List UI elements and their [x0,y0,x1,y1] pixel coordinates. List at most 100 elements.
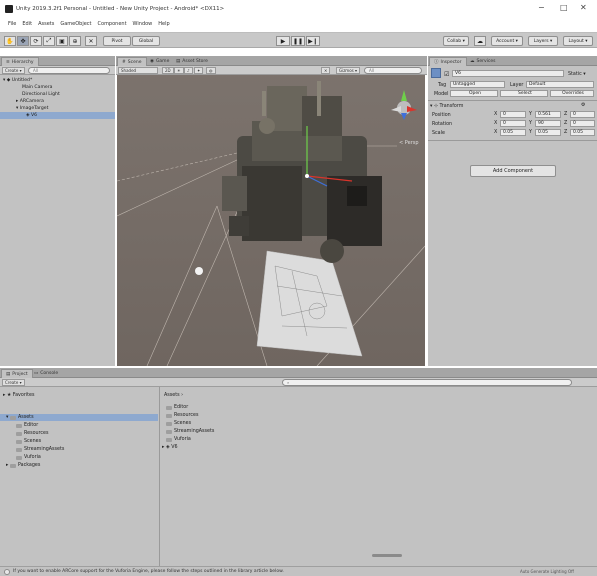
asset-item-scenes[interactable]: Scenes [166,420,191,427]
asset-item-streamingassets[interactable]: StreamingAssets [166,428,214,435]
menu-component[interactable]: Component [98,21,127,27]
scale-y-field[interactable]: 0.05 [535,129,561,136]
transform-tool-icon[interactable]: ⊕ [69,36,81,46]
folder-icon [166,405,172,410]
tab-scene[interactable]: # Scene [117,57,147,66]
layer-dropdown[interactable]: Default [526,81,594,88]
menu-gameobject[interactable]: GameObject [60,21,91,27]
menu-edit[interactable]: Edit [22,21,32,27]
project-tree-item-packages[interactable]: ▸ Packages [6,462,40,469]
step-button[interactable]: ▶❙ [306,36,320,46]
global-toggle[interactable]: Global [132,36,160,46]
hierarchy-searchbar: Create ▾ All [0,66,115,75]
tab-asset-store[interactable]: ▤ Asset Store [172,57,212,66]
tab-project[interactable]: ▤ Project [1,369,33,378]
hierarchy-item-directional-light[interactable]: Directional Light [22,91,60,98]
tab-game[interactable]: ◉ Game [146,57,173,66]
project-tree-item-scenes[interactable]: Scenes [16,438,41,445]
scale-tool-icon[interactable]: ⤢ [43,36,55,46]
minimize-button[interactable]: − [538,3,545,12]
menu-window[interactable]: Window [133,21,153,27]
hand-tool-icon[interactable]: ✋ [4,36,16,46]
asset-item-resources[interactable]: Resources [166,412,199,419]
hierarchy-item-main-camera[interactable]: Main Camera [22,84,52,91]
tab-inspector[interactable]: ⓘ Inspector [429,57,467,66]
custom-tool-icon[interactable]: ✕ [85,36,97,46]
pivot-toggle[interactable]: Pivot [103,36,131,46]
rect-tool-icon[interactable]: ▣ [56,36,68,46]
model-select-button[interactable]: Select [500,90,548,97]
hierarchy-item-v6[interactable]: ◈ V6 [0,112,115,119]
static-dropdown[interactable]: Static ▾ [568,70,586,78]
scale-z-field[interactable]: 0.05 [570,129,595,136]
project-tree-item-editor[interactable]: Editor [16,422,38,429]
tab-hierarchy[interactable]: ≡ Hierarchy [1,57,39,66]
gizmo-center[interactable] [305,174,309,178]
asset-item-v6[interactable]: ▸ ◈ V6 [162,444,178,451]
project-create-button[interactable]: Create ▾ [2,379,25,386]
scene-view[interactable]: < Persp [117,66,425,366]
status-message[interactable]: If you want to enable ARCore support for… [13,569,284,574]
project-tree-item-vuforia[interactable]: Vuforia [16,454,41,461]
collab-dropdown[interactable]: Collab ▾ [443,36,469,46]
maximize-button[interactable]: □ [560,3,568,12]
tag-dropdown[interactable]: Untagged [450,81,505,88]
project-tree-item-resources[interactable]: Resources [16,430,49,437]
pause-button[interactable]: ❚❚ [291,36,305,46]
asset-item-vuforia[interactable]: Vuforia [166,436,191,443]
add-component-button[interactable]: Add Component [470,165,556,177]
object-name-field[interactable]: V6 [452,70,564,77]
account-dropdown[interactable]: Account ▾ [491,36,523,46]
gizmos-dropdown[interactable]: Gizmos ▾ [336,67,361,74]
scale-x-field[interactable]: 0.05 [500,129,526,136]
favorites-item[interactable]: ▸ ★ Favorites [3,392,34,399]
rotation-z-field[interactable]: 0 [570,120,595,127]
project-tree-item-assets[interactable]: ▾ Assets [0,414,158,421]
position-x-field[interactable]: 0 [500,111,526,118]
rotation-y-field[interactable]: 90 [535,120,561,127]
menu-assets[interactable]: Assets [38,21,54,27]
scene-root-item[interactable]: ▾ ◆ Untitled* [3,77,113,84]
project-search-input[interactable]: ⌕ [282,379,572,386]
2d-toggle[interactable]: 2D [162,67,174,74]
cloud-icon[interactable]: ☁ [474,36,486,46]
rotate-tool-icon[interactable]: ⟳ [30,36,42,46]
orientation-gizmo[interactable] [391,90,417,120]
transform-header[interactable]: ▾ ⊹ Transform [430,102,463,110]
axis-x-label: X [494,121,498,126]
layers-visibility-icon[interactable]: ◍ [206,67,216,74]
project-breadcrumb[interactable]: Assets › [164,392,183,399]
shading-mode-dropdown[interactable]: Shaded [118,67,158,74]
asset-item-editor[interactable]: Editor [166,404,188,411]
hierarchy-item-arcamera[interactable]: ▸ ARCamera [16,98,44,105]
hierarchy-search-input[interactable]: All [28,67,110,74]
scene-camera-icon[interactable]: ✕ [321,67,331,74]
layers-dropdown[interactable]: Layers ▾ [528,36,558,46]
layout-dropdown[interactable]: Layout ▾ [563,36,593,46]
close-button[interactable]: ✕ [580,3,587,12]
position-y-field[interactable]: 0.561 [535,111,561,118]
hierarchy-item-imagetarget[interactable]: ▾ ImageTarget [16,105,48,112]
directional-light-icon[interactable] [195,267,203,275]
panel-splitter[interactable] [159,387,160,566]
active-checkbox[interactable]: ☑ [444,71,449,78]
lighting-toggle-icon[interactable]: ☀ [174,67,184,74]
component-settings-icon[interactable]: ⚙ [581,102,585,108]
model-overrides-dropdown[interactable]: Overrides [550,90,594,97]
scene-search-input[interactable]: All [364,67,422,74]
effects-toggle-icon[interactable]: ✦ [194,67,204,74]
play-button[interactable]: ▶ [276,36,290,46]
model-open-button[interactable]: Open [450,90,498,97]
position-z-field[interactable]: 0 [570,111,595,118]
tab-console[interactable]: ▭ Console [30,369,62,378]
move-tool-icon[interactable]: ✥ [17,36,29,46]
project-tree-item-streamingassets[interactable]: StreamingAssets [16,446,64,453]
expand-arrow-icon: ▾ [6,415,9,420]
menu-help[interactable]: Help [158,21,169,27]
audio-toggle-icon[interactable]: ♪ [184,67,193,74]
tab-services[interactable]: ☁ Services [466,57,499,66]
rotation-x-field[interactable]: 0 [500,120,526,127]
icon-size-slider[interactable] [372,554,402,557]
menu-file[interactable]: File [8,21,16,27]
hierarchy-create-button[interactable]: Create ▾ [2,67,25,74]
